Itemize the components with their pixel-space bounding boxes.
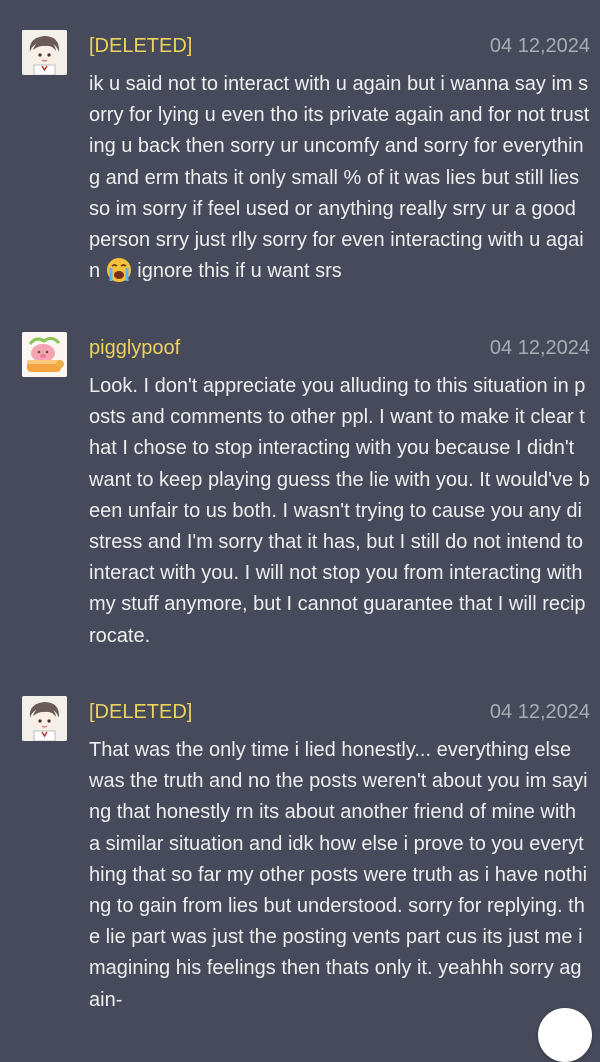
loudly-crying-face-icon [106,257,132,293]
avatar[interactable] [22,332,67,377]
avatar[interactable] [22,30,67,75]
anime-boy-avatar-icon [22,696,67,741]
comment-text: Look. I don't appreciate you alluding to… [89,375,590,647]
comment-text: ik u said not to interact with u again b… [89,69,591,293]
comment-date: 04 12,2024 [489,337,590,359]
avatar[interactable] [22,696,67,741]
comment-text-part: ignore this if u want srs [137,260,342,283]
comment-text-part: ik u said not to interact with u again b… [89,73,590,283]
comment-text: That was the only time i lied honestly..… [89,739,588,1011]
comment-date: 04 12,2024 [489,35,590,57]
floating-action-button[interactable] [538,1008,592,1062]
username[interactable]: [DELETED] [89,700,192,724]
username[interactable]: pigglypoof [89,336,180,360]
anime-boy-avatar-icon [22,30,67,75]
comment-date: 04 12,2024 [489,701,590,723]
username[interactable]: [DELETED] [89,34,192,58]
pig-cake-avatar-icon [22,332,67,377]
